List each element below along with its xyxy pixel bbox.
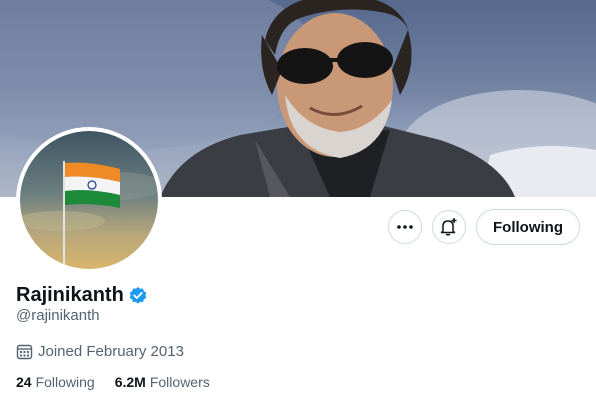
avatar-flag-image: [20, 131, 158, 269]
joined-date-text: Joined February 2013: [38, 343, 184, 360]
following-button[interactable]: Following: [476, 209, 580, 245]
profile-avatar[interactable]: [16, 127, 162, 273]
following-stat-link[interactable]: 24 Following: [16, 374, 95, 390]
following-label: Following: [35, 374, 95, 390]
profile-actions: Following: [388, 209, 580, 245]
bell-plus-icon: [440, 218, 457, 236]
followers-stat-link[interactable]: 6.2M Followers: [115, 374, 210, 390]
name-row: Rajinikanth: [16, 284, 148, 307]
more-button[interactable]: [388, 210, 423, 244]
joined-date-row: Joined February 2013: [16, 343, 184, 360]
verified-badge-icon[interactable]: [128, 286, 148, 306]
followers-label: Followers: [149, 374, 210, 390]
user-handle: @rajinikanth: [16, 307, 100, 324]
display-name: Rajinikanth: [16, 284, 124, 306]
calendar-icon: [16, 344, 33, 360]
more-horizontal-icon: [397, 225, 413, 229]
following-count: 24: [16, 374, 32, 390]
notifications-button[interactable]: [432, 210, 467, 244]
followers-count: 6.2M: [114, 374, 146, 390]
follow-stats: 24 Following 6.2M Followers: [16, 374, 210, 390]
following-button-label: Following: [493, 218, 563, 236]
